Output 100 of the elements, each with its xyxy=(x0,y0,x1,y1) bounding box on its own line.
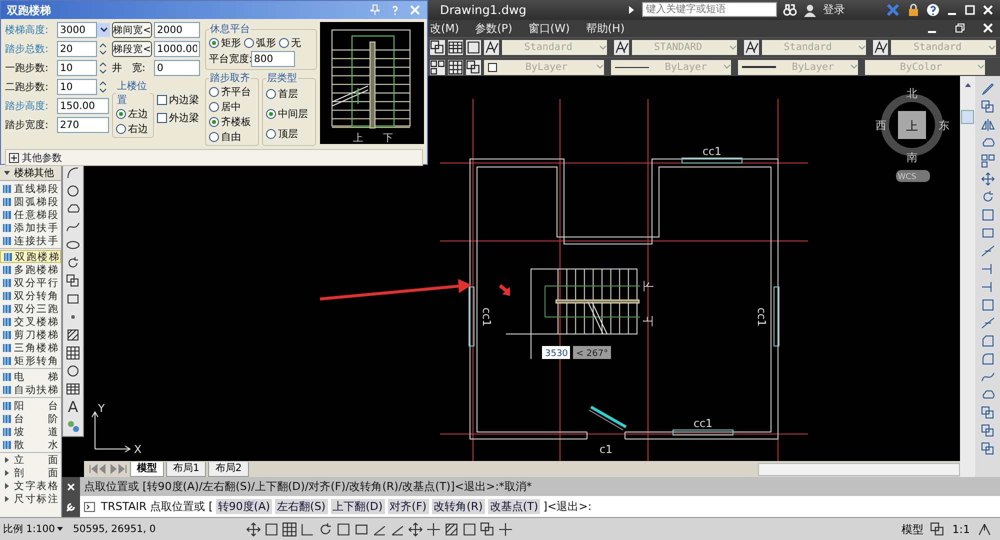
radio-button[interactable]: 右边 xyxy=(116,122,150,135)
view-cube[interactable] xyxy=(898,111,926,140)
option-button[interactable]: 改基点(T) xyxy=(488,499,540,514)
ucs-menu[interactable] xyxy=(896,170,930,182)
user-icon[interactable] xyxy=(803,2,817,17)
trim-icon[interactable] xyxy=(980,244,994,258)
radio-button[interactable]: 居中 xyxy=(209,100,255,113)
annotation-icon[interactable] xyxy=(977,522,992,537)
rectangle-icon[interactable] xyxy=(66,292,80,306)
palette-item[interactable]: 阳 台 xyxy=(0,399,61,412)
palette-item[interactable]: 圆弧梯段 xyxy=(0,195,61,208)
palette-item[interactable]: 剪刀楼梯 xyxy=(0,328,61,342)
move-icon[interactable] xyxy=(408,522,423,537)
dropdown-field[interactable]: 3000 xyxy=(57,22,97,38)
text-field[interactable]: 2000 xyxy=(154,22,200,38)
array-icon[interactable] xyxy=(430,60,445,75)
layout-icon[interactable] xyxy=(930,522,946,537)
move-icon[interactable] xyxy=(246,522,261,537)
grid-icon[interactable] xyxy=(282,522,297,537)
annotation-scale[interactable]: 1:1 xyxy=(948,522,974,536)
maximize-icon[interactable] xyxy=(964,4,976,16)
table-icon[interactable] xyxy=(66,382,80,396)
hatch-icon[interactable] xyxy=(66,328,80,342)
arc-icon[interactable] xyxy=(66,166,80,180)
dropdown-button[interactable] xyxy=(97,23,110,37)
rotate-icon[interactable] xyxy=(318,522,333,537)
trim-icon[interactable] xyxy=(980,316,994,330)
radio-button[interactable]: 矩形 xyxy=(209,36,241,49)
wrench-icon[interactable] xyxy=(65,500,77,513)
palette-item[interactable]: 双分转角 xyxy=(0,289,61,302)
caret-icon[interactable] xyxy=(858,44,866,52)
palette-item[interactable]: 坡 道 xyxy=(0,425,61,438)
search-field[interactable]: 键入关键字或短语 xyxy=(642,2,777,18)
spin-field[interactable]: 10 xyxy=(57,79,97,95)
square-icon[interactable] xyxy=(336,522,351,537)
square-icon[interactable] xyxy=(264,522,279,537)
checkbox[interactable]: 内边梁 xyxy=(157,93,199,106)
extend-icon[interactable] xyxy=(980,280,994,294)
text-field[interactable]: 800 xyxy=(251,51,295,67)
palette-item[interactable]: 连接扶手 xyxy=(0,234,61,248)
grid-icon[interactable] xyxy=(448,60,463,75)
palette-item[interactable]: 电 梯 xyxy=(0,370,61,384)
menu-item[interactable]: 帮助(H) xyxy=(586,20,625,36)
menu-item[interactable]: 参数(P) xyxy=(475,20,512,36)
copy-icon[interactable] xyxy=(430,40,445,56)
layout-tab[interactable]: 布局2 xyxy=(208,462,249,477)
square-icon[interactable] xyxy=(462,522,477,537)
palette-item[interactable]: 台 阶 xyxy=(0,412,61,426)
restore-icon[interactable] xyxy=(954,22,966,34)
layout-tab[interactable]: 布局1 xyxy=(166,462,206,477)
radio-button[interactable]: 弧形 xyxy=(244,36,276,49)
hatch-icon[interactable] xyxy=(444,522,459,537)
palette-section[interactable]: 剖 面 xyxy=(0,466,61,480)
radio-button[interactable]: 首层 xyxy=(266,88,312,100)
option-button[interactable]: 对齐(F) xyxy=(388,499,429,514)
close-icon[interactable] xyxy=(982,22,994,34)
radio-button[interactable]: 左边 xyxy=(116,107,150,120)
radio-button[interactable]: 顶层 xyxy=(266,128,312,140)
radio-button[interactable]: 自由 xyxy=(209,130,255,143)
palette-item[interactable]: 三角楼梯 xyxy=(0,341,61,354)
rectangle-icon[interactable] xyxy=(354,522,369,537)
login-link[interactable]: 登录 xyxy=(823,2,845,18)
mirror-icon[interactable] xyxy=(980,118,994,132)
length-field[interactable]: 3530 xyxy=(542,346,570,360)
model-button[interactable]: 模型 xyxy=(897,522,928,537)
palette-header[interactable]: 楼梯其他 xyxy=(0,166,61,182)
rotate-icon[interactable] xyxy=(66,256,80,270)
caret-icon[interactable] xyxy=(56,525,64,534)
copy-icon[interactable] xyxy=(66,274,80,288)
copy-icon[interactable] xyxy=(466,60,481,75)
palette-item[interactable]: 交叉楼梯 xyxy=(0,315,61,328)
scale-dropdown[interactable]: 比例 1:100 xyxy=(0,522,53,536)
rotate-icon[interactable] xyxy=(980,190,994,204)
lock-icon[interactable] xyxy=(906,2,920,17)
copy-icon[interactable] xyxy=(480,522,495,537)
palette-item[interactable]: 双跑楼梯 xyxy=(0,250,61,264)
horizontal-scrollbar[interactable] xyxy=(758,462,960,476)
plus-icon[interactable] xyxy=(498,522,513,537)
rectangle-icon[interactable] xyxy=(980,226,994,240)
scroll-thumb[interactable] xyxy=(961,110,974,124)
palette-item[interactable]: 双分三跑 xyxy=(0,302,61,316)
text-tool[interactable]: A xyxy=(68,400,78,416)
palette-item[interactable]: 双分平行 xyxy=(0,276,61,290)
menu-item[interactable]: 改(M) xyxy=(430,20,460,36)
palette-section[interactable]: 文字表格 xyxy=(0,479,61,492)
caret-icon[interactable] xyxy=(626,4,636,15)
spin-arrows-icon[interactable] xyxy=(98,80,106,94)
text-field[interactable]: 0 xyxy=(154,60,200,76)
close-icon[interactable] xyxy=(66,482,76,492)
vertical-scrollbar[interactable] xyxy=(960,76,975,478)
binoculars-icon[interactable] xyxy=(783,2,797,17)
chamfer-icon[interactable] xyxy=(980,334,994,348)
pick-button[interactable]: 梯段宽< xyxy=(112,41,152,57)
palette-item[interactable]: 直线梯段 xyxy=(0,182,61,196)
fillet-icon[interactable] xyxy=(980,352,994,366)
option-button[interactable]: 改转角(R) xyxy=(432,499,485,514)
plus-icon[interactable] xyxy=(426,522,441,537)
grid-icon[interactable] xyxy=(66,346,80,360)
palette-item[interactable]: 矩形转角 xyxy=(0,354,61,368)
palette-item[interactable]: 自动扶梯 xyxy=(0,383,61,396)
